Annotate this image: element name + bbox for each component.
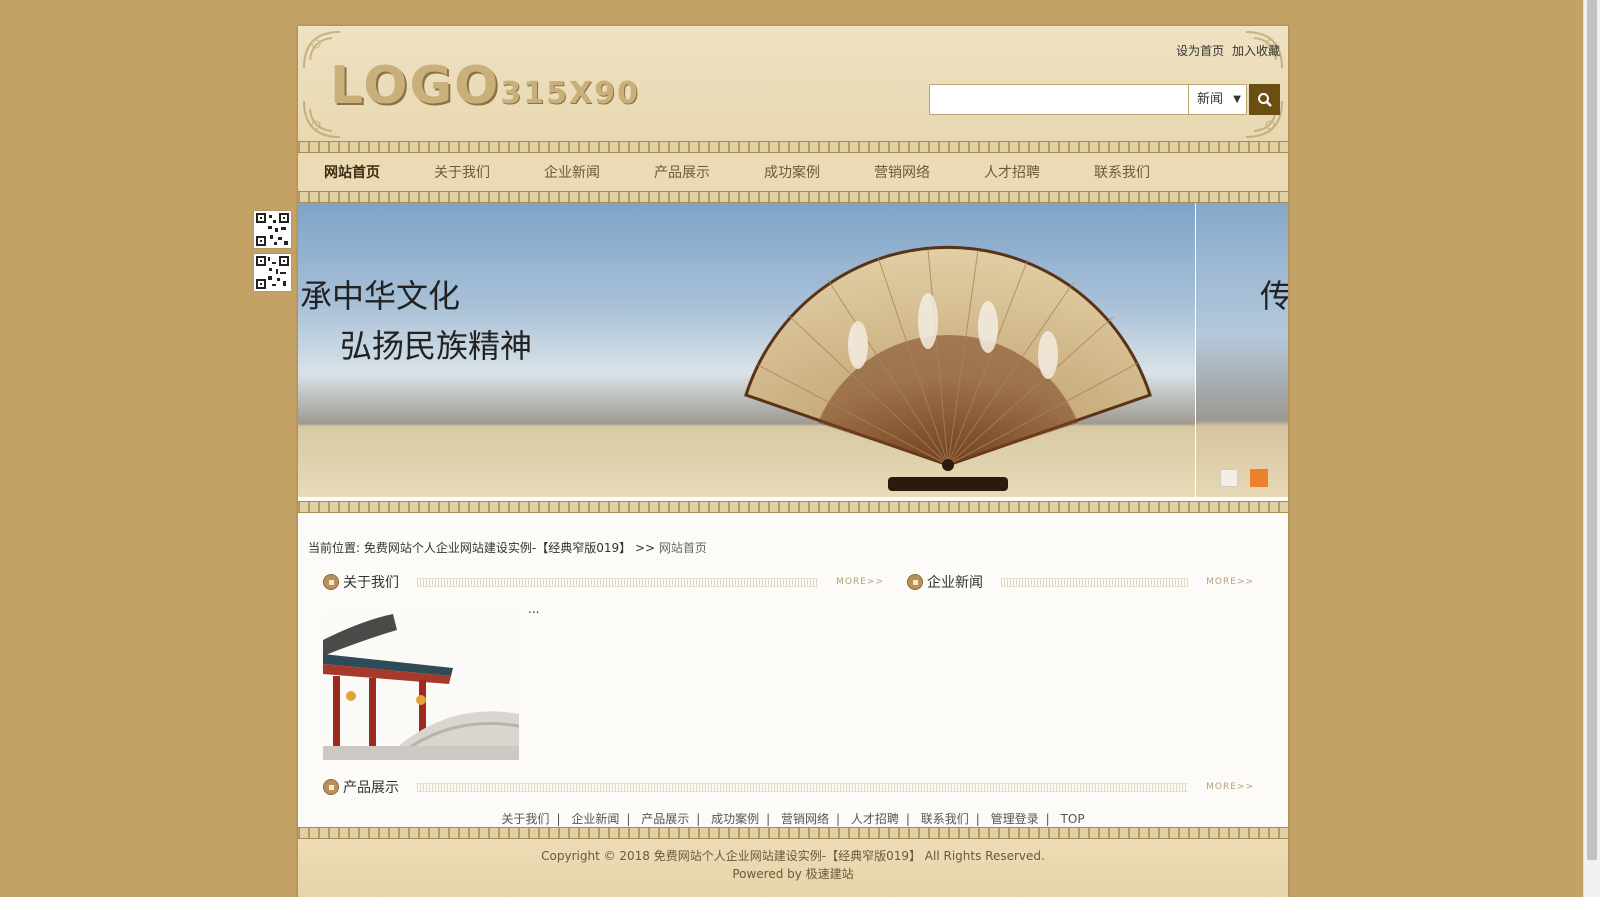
footer-separator: | [905,812,910,826]
logo-size-text: 315X90 [500,76,640,111]
section-title-about: 关于我们 [343,575,399,591]
section-rule [417,577,819,587]
footer-separator: | [975,812,980,826]
slide-dot-2[interactable] [1250,469,1268,487]
section-title-products: 产品展示 [343,780,399,796]
page-scrollbar[interactable] [1583,0,1600,897]
footer-separator: | [626,812,631,826]
search-bar: 新闻 ▼ [929,84,1280,115]
search-category-select[interactable]: 新闻 ▼ [1189,84,1247,115]
breadcrumb-site-link[interactable]: 免费网站个人企业网站建设实例-【经典窄版019】 [364,541,631,555]
nav-item-marketing[interactable]: 营销网络 [874,162,984,182]
folding-fan-image [744,245,1152,491]
footer-link-contact[interactable]: 联系我们 [921,812,969,826]
site-logo[interactable]: LOGO315X90 [330,56,640,116]
section-row-top: 关于我们 MORE>> 企业新闻 MORE>> [308,572,1278,592]
section-rule [1001,577,1189,587]
footer-separator: | [766,812,771,826]
breadcrumb-current: 网站首页 [658,541,707,555]
qr-code-2 [253,253,292,292]
about-body: ... [308,602,1278,767]
fret-border-top [298,141,1288,153]
coin-icon [323,574,339,590]
banner-next-slide-peek: 传 [1195,203,1288,497]
copyright-text: Copyright © 2018 免费网站个人企业网站建设实例-【经典窄版019… [541,849,1045,863]
products-more-link[interactable]: MORE>> [1206,782,1254,792]
footer-nav: 关于我们 | 企业新闻 | 产品展示 | 成功案例 | 营销网络 | 人才招聘 | 联系我们… [298,810,1288,827]
section-title-news: 企业新闻 [927,575,983,591]
nav-item-jobs[interactable]: 人才招聘 [984,162,1094,182]
section-rule [417,782,1189,792]
footer-link-news[interactable]: 企业新闻 [571,812,619,826]
search-category-value: 新闻 [1197,92,1224,107]
nav-item-contact[interactable]: 联系我们 [1094,162,1204,182]
footer-link-admin-login[interactable]: 管理登录 [991,812,1039,826]
chevron-down-icon: ▼ [1233,94,1241,105]
nav-item-home[interactable]: 网站首页 [324,162,434,182]
footer-link-top[interactable]: TOP [1061,812,1085,826]
main-nav: 网站首页 关于我们 企业新闻 产品展示 成功案例 营销网络 人才招聘 联系我们 [298,153,1288,191]
slider-pagination [1220,469,1268,487]
about-excerpt: ... [528,602,540,616]
breadcrumb: 当前位置: 免费网站个人企业网站建设实例-【经典窄版019】 >> 网站首页 [308,539,1278,556]
fret-border-footer [298,827,1288,839]
nav-item-about[interactable]: 关于我们 [434,162,544,182]
page-container: LOGO315X90 设为首页 加入收藏 新闻 ▼ 网站首页 关于我们 企业新闻… [298,26,1288,897]
footer-separator: | [696,812,701,826]
section-header-news: 企业新闻 MORE>> [892,572,1262,592]
breadcrumb-prefix: 当前位置: [308,541,361,555]
slide-dot-1[interactable] [1220,469,1238,487]
search-button[interactable] [1249,84,1280,115]
qr-float-panel [253,210,292,296]
logo-text: LOGO [330,56,501,116]
banner-next-heading: 传 [1260,277,1288,315]
site-header: LOGO315X90 设为首页 加入收藏 新闻 ▼ [298,26,1288,141]
news-more-link[interactable]: MORE>> [1206,577,1254,587]
banner-slider[interactable]: 承中华文化 弘扬民族精神 传 [298,203,1288,497]
about-more-link[interactable]: MORE>> [836,577,884,587]
footer-link-cases[interactable]: 成功案例 [711,812,759,826]
fret-border-nav [298,191,1288,203]
nav-item-products[interactable]: 产品展示 [654,162,764,182]
main-content: 当前位置: 免费网站个人企业网站建设实例-【经典窄版019】 >> 网站首页 关… [298,539,1288,797]
nav-item-cases[interactable]: 成功案例 [764,162,874,182]
footer-link-marketing[interactable]: 营销网络 [781,812,829,826]
coin-icon [907,574,923,590]
breadcrumb-separator: >> [634,541,659,555]
set-homepage-link[interactable]: 设为首页 [1176,44,1224,58]
search-icon [1257,92,1272,107]
qr-code-1 [253,210,292,249]
powered-by-text: Powered by 极速建站 [732,867,854,881]
add-favorite-link[interactable]: 加入收藏 [1232,44,1280,58]
section-row-products: 产品展示 MORE>> [308,777,1278,797]
section-header-products: 产品展示 MORE>> [308,777,1262,797]
pavilion-image[interactable] [323,610,519,760]
footer-separator: | [836,812,841,826]
footer-link-about[interactable]: 关于我们 [501,812,549,826]
nav-item-news[interactable]: 企业新闻 [544,162,654,182]
search-input[interactable] [929,84,1189,115]
banner-subheading: 弘扬民族精神 [340,327,533,365]
top-links: 设为首页 加入收藏 [1172,42,1280,59]
scrollbar-thumb[interactable] [1587,0,1597,860]
footer-link-products[interactable]: 产品展示 [641,812,689,826]
copyright-block: Copyright © 2018 免费网站个人企业网站建设实例-【经典窄版019… [298,839,1288,897]
footer-link-jobs[interactable]: 人才招聘 [851,812,899,826]
footer-separator: | [1045,812,1050,826]
section-header-about: 关于我们 MORE>> [308,572,892,592]
coin-icon [323,779,339,795]
fret-border-banner [298,501,1288,513]
banner-heading: 承中华文化 [300,277,461,315]
footer-separator: | [556,812,561,826]
